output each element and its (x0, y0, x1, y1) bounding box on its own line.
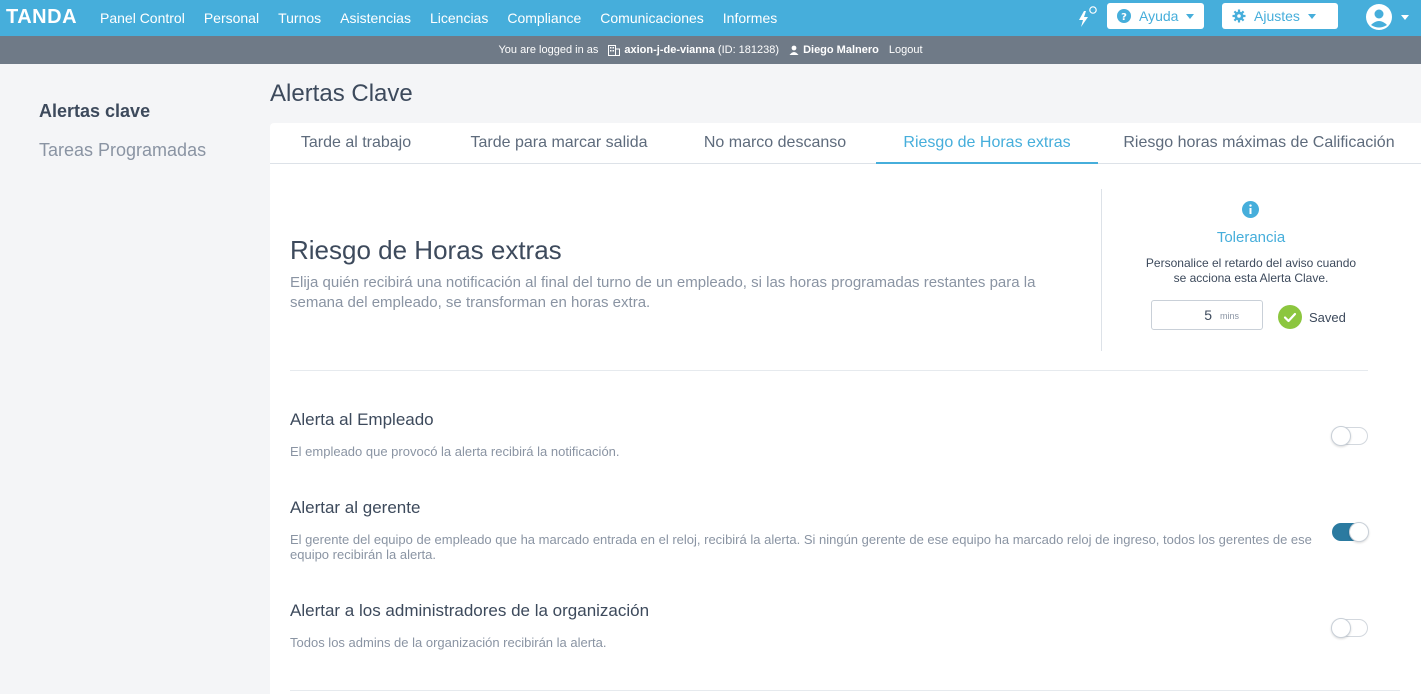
building-icon (608, 44, 621, 56)
tolerance-description: Personalice el retardo del aviso cuando … (1145, 256, 1357, 285)
info-icon[interactable] (1242, 201, 1259, 218)
org-id: (ID: 181238) (717, 44, 780, 56)
tab-tarde-al-trabajo[interactable]: Tarde al trabajo (270, 123, 442, 164)
bottom-divider (290, 690, 1400, 691)
nav-turnos[interactable]: Turnos (278, 10, 321, 26)
section-title: Riesgo de Horas extras (290, 235, 562, 265)
toggle-knob (1331, 618, 1351, 638)
alert-settings-card: Tarde al trabajo Tarde para marcar salid… (270, 123, 1421, 694)
option-description-employee: El empleado que provocó la alerta recibi… (290, 444, 620, 459)
option-description-admins: Todos los admins de la organización reci… (290, 635, 607, 650)
chevron-down-icon (1307, 13, 1316, 19)
option-title-employee: Alerta al Empleado (290, 410, 434, 429)
user-icon (789, 45, 799, 55)
toggle-alert-manager[interactable] (1332, 522, 1369, 542)
option-title-admins: Alertar a los administradores de la orga… (290, 601, 650, 620)
settings-button[interactable]: Ajustes (1222, 3, 1338, 29)
tolerance-input[interactable]: 5 mins (1151, 300, 1263, 330)
check-icon (1278, 305, 1302, 329)
nav-panel-control[interactable]: Panel Control (100, 10, 185, 26)
alert-tabs: Tarde al trabajo Tarde para marcar salid… (270, 123, 1421, 164)
help-label: Ayuda (1139, 8, 1179, 24)
nav-licencias[interactable]: Licencias (430, 10, 488, 26)
tolerance-title: Tolerancia (1216, 229, 1286, 246)
gear-icon (1232, 9, 1246, 23)
user-info: Diego Malnero (789, 44, 879, 56)
sidebar-item-tareas-programadas[interactable]: Tareas Programadas (39, 140, 206, 161)
main-nav: Panel Control Personal Turnos Asistencia… (100, 0, 796, 36)
nav-comunicaciones[interactable]: Comunicaciones (600, 10, 704, 26)
chevron-down-icon (1186, 13, 1195, 19)
section-divider (290, 370, 1368, 371)
nav-asistencias[interactable]: Asistencias (340, 10, 411, 26)
page-title: Alertas Clave (270, 80, 413, 107)
saved-status: Saved (1309, 310, 1346, 325)
logged-in-bar: You are logged in as axion-j-de-vianna (… (0, 36, 1421, 64)
chevron-down-icon[interactable] (1401, 15, 1409, 20)
user-name[interactable]: Diego Malnero (803, 44, 879, 56)
nav-informes[interactable]: Informes (723, 10, 777, 26)
section-description: Elija quién recibirá una notificación al… (290, 274, 1036, 311)
nav-personal[interactable]: Personal (204, 10, 259, 26)
toggle-knob (1349, 522, 1369, 542)
top-nav: TANDA Panel Control Personal Turnos Asis… (0, 0, 1421, 36)
toggle-knob (1331, 426, 1351, 446)
toggle-alert-employee[interactable] (1331, 426, 1368, 446)
tab-riesgo-horas-maximas[interactable]: Riesgo horas máximas de Calificación (1122, 123, 1396, 164)
nav-compliance[interactable]: Compliance (507, 10, 581, 26)
lightning-icon[interactable] (1074, 6, 1098, 30)
tab-riesgo-horas-extras[interactable]: Riesgo de Horas extras (876, 123, 1098, 164)
settings-label: Ajustes (1254, 8, 1300, 24)
question-icon: ? (1117, 9, 1131, 23)
org-info: axion-j-de-vianna (ID: 181238) (608, 44, 779, 56)
tab-tarde-marcar-salida[interactable]: Tarde para marcar salida (460, 123, 658, 164)
logged-in-prefix: You are logged in as (498, 44, 599, 56)
option-title-manager: Alertar al gerente (290, 498, 421, 517)
svg-text:?: ? (1121, 12, 1127, 23)
tolerance-value[interactable]: 5 (1152, 307, 1212, 323)
logout-link[interactable]: Logout (889, 44, 923, 56)
user-avatar-icon[interactable] (1365, 3, 1393, 31)
help-button[interactable]: ? Ayuda (1107, 3, 1205, 29)
toggle-alert-admins[interactable] (1331, 618, 1368, 638)
tolerance-unit: mins (1220, 311, 1240, 321)
tanda-logo[interactable]: TANDA (6, 6, 77, 29)
org-name[interactable]: axion-j-de-vianna (624, 44, 714, 56)
option-description-manager: El gerente del equipo de empleado que ha… (290, 532, 1312, 562)
vertical-divider (1101, 189, 1102, 351)
tab-no-marco-descanso[interactable]: No marco descanso (690, 123, 860, 164)
sidebar-item-alertas-clave[interactable]: Alertas clave (39, 101, 150, 122)
